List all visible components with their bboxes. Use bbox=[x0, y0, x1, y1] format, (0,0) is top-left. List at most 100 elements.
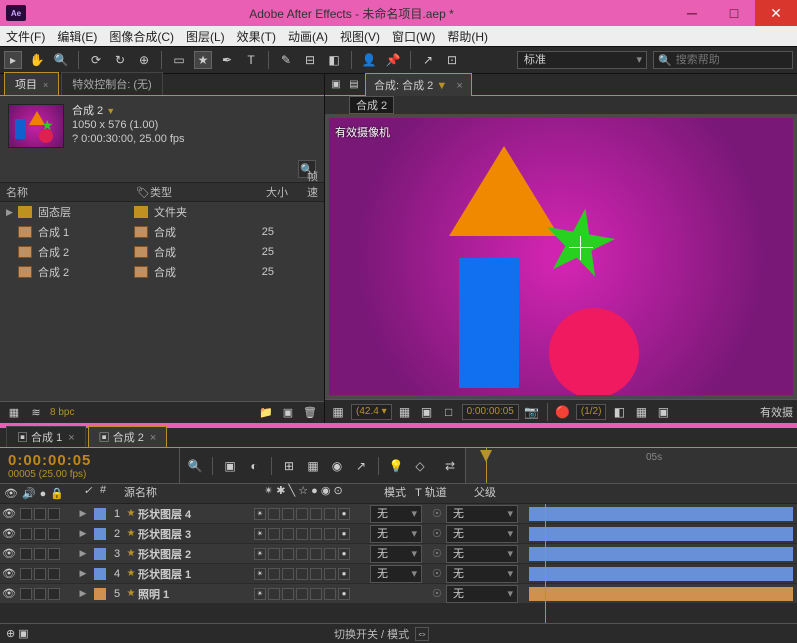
frameblend-button[interactable]: ▦ bbox=[304, 457, 322, 475]
layer-color[interactable] bbox=[94, 548, 106, 560]
parent-dropdown[interactable]: 无 bbox=[446, 525, 518, 543]
new-comp-button[interactable]: ▣ bbox=[280, 405, 296, 421]
layer-track[interactable] bbox=[525, 584, 797, 604]
flow-button[interactable]: ≋ bbox=[28, 405, 44, 421]
layer-bar[interactable] bbox=[529, 527, 793, 541]
project-item[interactable]: ▶固态层文件夹 bbox=[0, 202, 324, 222]
viewer-subtitle[interactable]: 合成 2 bbox=[349, 96, 394, 114]
brush-tool[interactable]: ✎ bbox=[277, 51, 295, 69]
timeline-tab[interactable]: ▣ 合成 1× bbox=[6, 426, 86, 447]
twirl-button[interactable]: ⊕ bbox=[6, 628, 15, 640]
layer-name[interactable]: 照明 1 bbox=[138, 586, 250, 602]
timecode[interactable]: 0:00:00:05 bbox=[8, 452, 171, 469]
visibility-toggle[interactable]: 👁 bbox=[0, 567, 18, 580]
switches-label[interactable]: 切换开关 / 模式 bbox=[334, 626, 409, 642]
render-button[interactable]: ▣ bbox=[18, 628, 28, 640]
expand-layer[interactable]: ▶ bbox=[76, 528, 90, 539]
roto-tool[interactable]: 👤 bbox=[360, 51, 378, 69]
camera-menu[interactable]: 有效摄 bbox=[760, 404, 793, 420]
layer-bar[interactable] bbox=[529, 567, 793, 581]
menu-item[interactable]: 图层(L) bbox=[186, 28, 225, 45]
eraser-tool[interactable]: ◧ bbox=[325, 51, 343, 69]
stamp-tool[interactable]: ⊟ bbox=[301, 51, 319, 69]
layer-name[interactable]: 形状图层 1 bbox=[138, 566, 250, 582]
layer-name[interactable]: 形状图层 4 bbox=[138, 506, 250, 522]
expand-layer[interactable]: ▶ bbox=[76, 508, 90, 519]
star-tool[interactable]: ★ bbox=[194, 51, 212, 69]
parent-dropdown[interactable]: 无 bbox=[446, 505, 518, 523]
menu-item[interactable]: 帮助(H) bbox=[447, 28, 488, 45]
composition-canvas[interactable]: 有效摄像机 ★ bbox=[329, 118, 793, 395]
workspace-dropdown[interactable]: 标准 bbox=[517, 51, 647, 69]
layer-track[interactable] bbox=[525, 524, 797, 544]
axis-tool[interactable]: ↗ bbox=[419, 51, 437, 69]
viewer-time[interactable]: 0:00:00:05 bbox=[462, 404, 519, 420]
project-item[interactable]: 合成 1合成25 bbox=[0, 222, 324, 242]
menu-item[interactable]: 视图(V) bbox=[340, 28, 380, 45]
expand-layer[interactable]: ▶ bbox=[76, 548, 90, 559]
zoom-dropdown[interactable]: (42.4 ▾ bbox=[351, 404, 392, 420]
layer-track[interactable] bbox=[525, 564, 797, 584]
autoKeyframe-button[interactable]: ◇ bbox=[411, 457, 429, 475]
puppet-tool[interactable]: 📌 bbox=[384, 51, 402, 69]
panel-tab[interactable]: 特效控制台: (无) bbox=[61, 72, 162, 95]
rectangle-shape[interactable] bbox=[459, 258, 519, 388]
region-button[interactable]: ◧ bbox=[610, 403, 628, 421]
interpret-button[interactable]: ▦ bbox=[6, 405, 22, 421]
bpc-label[interactable]: 8 bpc bbox=[50, 407, 74, 418]
layer-name[interactable]: 形状图层 2 bbox=[138, 546, 250, 562]
hand-tool[interactable]: ✋ bbox=[28, 51, 46, 69]
comp-button[interactable]: ▣ bbox=[221, 457, 239, 475]
visibility-toggle[interactable]: 👁 bbox=[0, 547, 18, 560]
comp-icon[interactable]: ▤ bbox=[347, 78, 361, 92]
menu-item[interactable]: 文件(F) bbox=[6, 28, 45, 45]
timeline-tab[interactable]: ▣ 合成 2× bbox=[88, 426, 168, 447]
pen-tool[interactable]: ✒ bbox=[218, 51, 236, 69]
maximize-button[interactable]: □ bbox=[713, 0, 755, 26]
visibility-toggle[interactable]: 👁 bbox=[0, 507, 18, 520]
menu-item[interactable]: 效果(T) bbox=[237, 28, 276, 45]
layer-name[interactable]: 形状图层 3 bbox=[138, 526, 250, 542]
transparency-button[interactable]: ▦ bbox=[632, 403, 650, 421]
parent-dropdown[interactable]: 无 bbox=[446, 565, 518, 583]
layer-color[interactable] bbox=[94, 568, 106, 580]
layer-bar[interactable] bbox=[529, 547, 793, 561]
guides-button[interactable]: ▣ bbox=[418, 403, 436, 421]
comp-thumbnail[interactable]: ★ bbox=[8, 104, 64, 148]
blend-mode-dropdown[interactable]: 无 bbox=[370, 545, 422, 563]
snap-tool[interactable]: ⊡ bbox=[443, 51, 461, 69]
shy-button[interactable]: ◐ bbox=[245, 457, 263, 475]
view3d-button[interactable]: ▣ bbox=[654, 403, 672, 421]
layer-track[interactable] bbox=[525, 544, 797, 564]
panel-tab[interactable]: 项目× bbox=[4, 72, 59, 95]
visibility-toggle[interactable]: 👁 bbox=[0, 527, 18, 540]
layer-color[interactable] bbox=[94, 528, 106, 540]
rotate-tool[interactable]: ↻ bbox=[111, 51, 129, 69]
mask-button[interactable]: □ bbox=[440, 403, 458, 421]
minimize-button[interactable]: ─ bbox=[671, 0, 713, 26]
parent-dropdown[interactable]: 无 bbox=[446, 545, 518, 563]
parent-dropdown[interactable]: 无 bbox=[446, 585, 518, 603]
zoom-tool[interactable]: 🔍 bbox=[52, 51, 70, 69]
time-ruler[interactable]: 05s bbox=[466, 448, 797, 483]
project-item[interactable]: 合成 2合成25 bbox=[0, 262, 324, 282]
draft3d-button[interactable]: ⊞ bbox=[280, 457, 298, 475]
orbit-tool[interactable]: ⟳ bbox=[87, 51, 105, 69]
menu-item[interactable]: 图像合成(C) bbox=[109, 28, 174, 45]
resolution-dropdown[interactable]: (1/2) bbox=[576, 404, 607, 420]
layer-color[interactable] bbox=[94, 508, 106, 520]
circle-shape[interactable] bbox=[549, 308, 639, 395]
menu-item[interactable]: 动画(A) bbox=[288, 28, 328, 45]
new-folder-button[interactable]: 📁 bbox=[258, 405, 274, 421]
menu-item[interactable]: 窗口(W) bbox=[392, 28, 435, 45]
layer-icon[interactable]: ▣ bbox=[329, 78, 343, 92]
visibility-toggle[interactable]: 👁 bbox=[0, 587, 18, 600]
close-icon[interactable]: × bbox=[43, 80, 48, 90]
expand-columns-button[interactable]: ⇄ bbox=[441, 457, 459, 475]
shape-tool[interactable]: ▭ bbox=[170, 51, 188, 69]
channel-button[interactable]: 🔴 bbox=[554, 403, 572, 421]
always-preview-icon[interactable]: ▦ bbox=[329, 403, 347, 421]
expand-layer[interactable]: ▶ bbox=[76, 588, 90, 599]
project-item[interactable]: 合成 2合成25 bbox=[0, 242, 324, 262]
menu-item[interactable]: 编辑(E) bbox=[57, 28, 97, 45]
